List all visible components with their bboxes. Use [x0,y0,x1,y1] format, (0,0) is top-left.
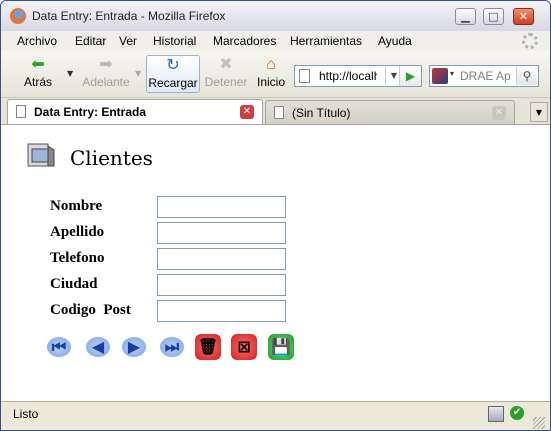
stop-icon: ✖ [219,56,233,73]
home-button[interactable]: ⌂ Inicio [253,55,289,93]
search-icon[interactable]: ⚲ [516,67,537,85]
page-content: Clientes Nombre Apellido Telefono Ciudad… [1,125,550,401]
telefono-label: Telefono [50,250,105,266]
tab-data-entry[interactable]: Data Entry: Entrada ✕ [7,99,263,124]
back-button[interactable]: ⬅ Atrás [15,55,61,93]
menu-marcadores[interactable]: Marcadores [213,34,276,48]
next-icon: ▶ [127,337,141,356]
search-engine-icon[interactable] [432,68,448,84]
reload-button[interactable]: ↻ Recargar [146,55,200,93]
back-arrow-icon: ⬅ [31,56,45,73]
cancel-icon: ⊠ [237,337,251,356]
network-icon[interactable] [488,406,504,422]
window-title: Data Entry: Entrada - Mozilla Firefox [32,9,226,23]
search-input[interactable]: DRAE Ap [460,69,514,83]
minimize-button[interactable]: ▁ [455,8,476,25]
page-icon [16,105,26,118]
url-text[interactable]: http://localhost [319,69,377,83]
tab-sin-titulo[interactable]: (Sin Título) ✕ [265,100,515,124]
forward-button[interactable]: ➡ Adelante [79,55,133,93]
forward-arrow-icon: ➡ [99,56,113,73]
status-bar: Listo ✔ [1,401,550,430]
menu-ver[interactable]: Ver [119,34,137,48]
close-button[interactable]: ✕ [513,8,534,25]
stop-label: Detener [204,75,248,89]
status-text: Listo [13,407,39,421]
home-icon: ⌂ [266,56,276,73]
tab-label: (Sin Título) [292,106,351,120]
browser-window: Data Entry: Entrada - Mozilla Firefox ▁ … [0,0,551,431]
delete-record-button[interactable]: 🗑 [195,334,221,360]
reload-label: Recargar [148,76,198,90]
nombre-input[interactable] [157,196,286,218]
validation-ok-icon[interactable]: ✔ [510,406,524,420]
page-icon [299,69,310,83]
resize-grip[interactable] [533,417,545,429]
title-bar: Data Entry: Entrada - Mozilla Firefox ▁ … [1,1,550,32]
menu-bar: Archivo Editar Ver Historial Marcadores … [1,31,550,51]
throbber-icon [522,33,538,49]
firefox-icon [10,8,26,24]
trash-icon: 🗑 [197,337,219,356]
previous-record-button[interactable]: ◀ [85,334,111,360]
forward-history-dropdown[interactable]: ▼ [135,69,141,78]
back-label: Atrás [23,75,52,89]
menu-ayuda[interactable]: Ayuda [378,34,412,48]
ciudad-label: Ciudad [50,276,98,292]
last-record-button[interactable]: ⏭ [159,334,185,360]
ciudad-input[interactable] [157,274,286,296]
save-record-button[interactable]: 💾 [268,334,294,360]
back-history-dropdown[interactable]: ▼ [67,69,73,78]
search-engine-dropdown[interactable]: ▾ [450,69,454,78]
tab-list-button[interactable]: ▼ [530,102,548,122]
page-title: Clientes [70,146,153,170]
save-icon: 💾 [271,337,291,356]
menu-historial[interactable]: Historial [153,34,196,48]
codigo-postal-input[interactable] [157,300,286,322]
nombre-label: Nombre [50,198,103,214]
menu-herramientas[interactable]: Herramientas [290,34,362,48]
cancel-record-button[interactable]: ⊠ [231,334,257,360]
first-icon: ⏮ [51,337,67,356]
close-tab-icon[interactable]: ✕ [492,106,506,120]
next-record-button[interactable]: ▶ [121,334,147,360]
menu-archivo[interactable]: Archivo [17,34,57,48]
close-tab-icon[interactable]: ✕ [240,105,254,119]
go-button[interactable]: ▶ [399,66,421,86]
telefono-input[interactable] [157,248,286,270]
apellido-input[interactable] [157,222,286,244]
tab-label: Data Entry: Entrada [34,105,147,119]
page-icon [274,106,284,119]
first-record-button[interactable]: ⏮ [46,334,72,360]
last-icon: ⏭ [164,337,180,356]
search-box[interactable]: ▾ DRAE Ap ⚲ [429,65,539,87]
codigo-postal-label: Codigo Post [50,302,131,318]
forward-label: Adelante [82,75,130,89]
reload-icon: ↻ [166,57,180,74]
menu-editar[interactable]: Editar [75,34,106,48]
home-label: Inicio [256,75,285,89]
maximize-button[interactable]: □ [483,8,504,25]
apellido-label: Apellido [50,224,105,240]
previous-icon: ◀ [91,337,105,356]
tab-strip: Data Entry: Entrada ✕ (Sin Título) ✕ [1,98,550,125]
stop-button[interactable]: ✖ Detener [204,55,248,93]
clients-icon [27,143,55,167]
